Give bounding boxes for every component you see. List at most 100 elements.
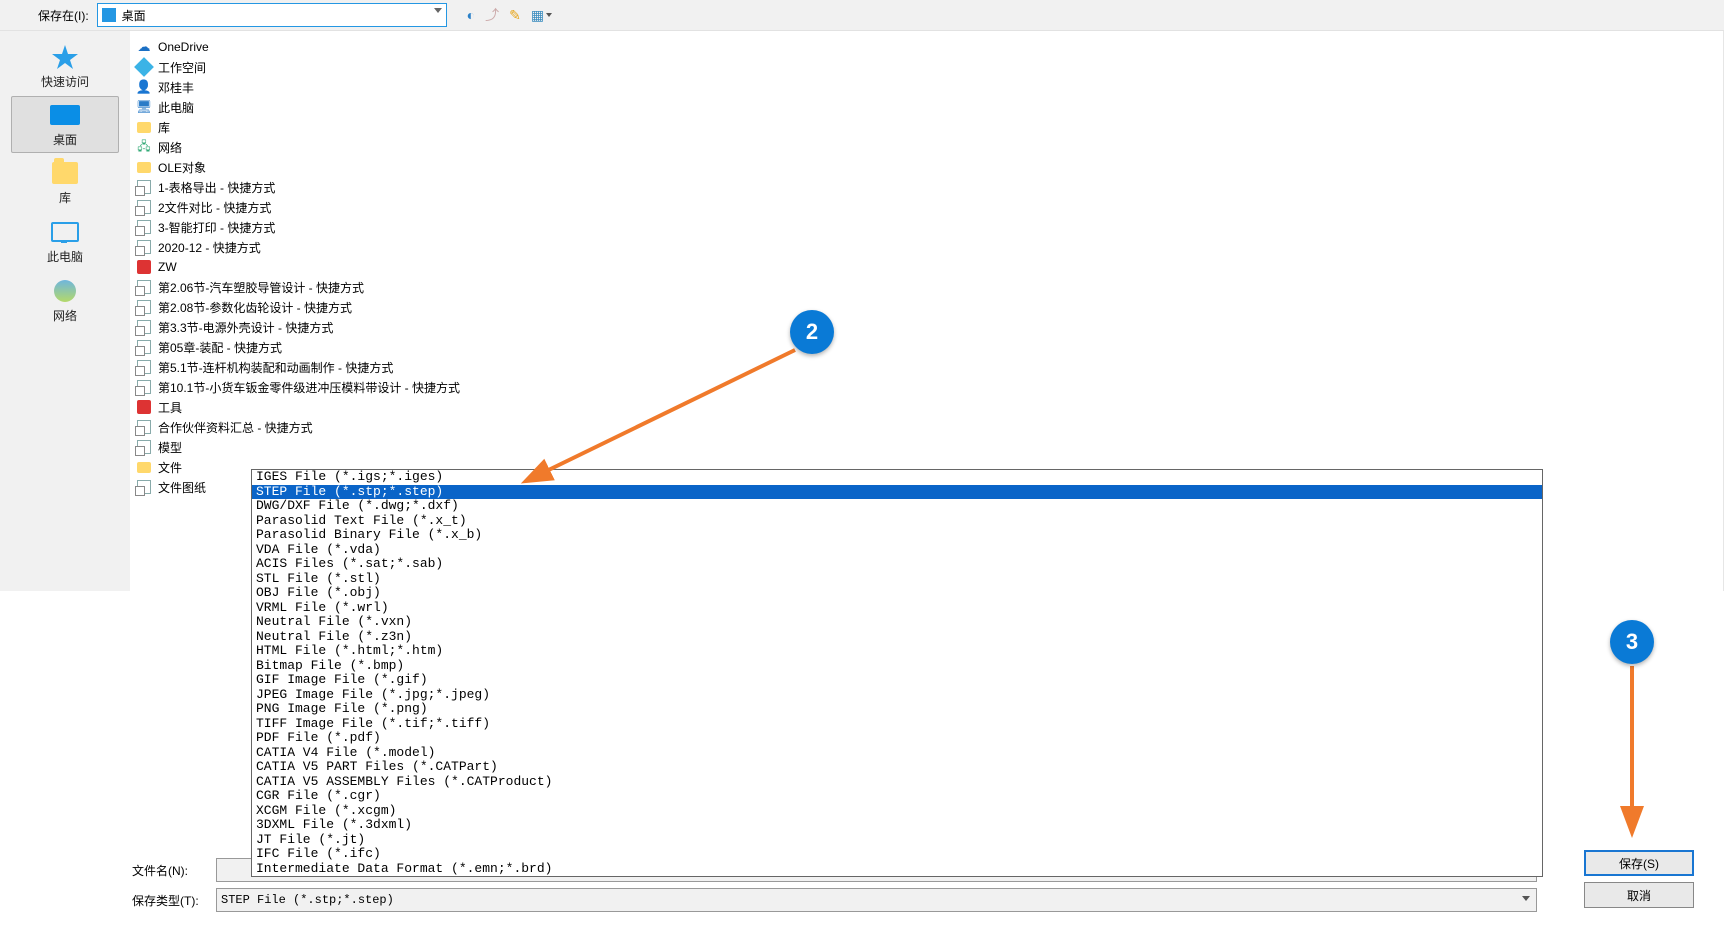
save-button[interactable]: 保存(S): [1584, 850, 1694, 876]
filetype-option[interactable]: CATIA V4 File (*.model): [252, 746, 1542, 761]
filetype-option[interactable]: OBJ File (*.obj): [252, 586, 1542, 601]
filetype-option[interactable]: Bitmap File (*.bmp): [252, 659, 1542, 674]
filetype-option[interactable]: GIF Image File (*.gif): [252, 673, 1542, 688]
file-label: 库: [158, 119, 170, 136]
file-label: 网络: [158, 139, 182, 156]
file-item[interactable]: ↗第05章-装配 - 快捷方式: [136, 337, 1717, 357]
file-label: 文件: [158, 459, 182, 476]
up-level-icon[interactable]: ⤴: [485, 5, 499, 25]
file-item[interactable]: 工具: [136, 397, 1717, 417]
file-item[interactable]: ☁ OneDrive: [136, 37, 1717, 57]
file-item[interactable]: ↗2文件对比 - 快捷方式: [136, 197, 1717, 217]
file-label: OneDrive: [158, 40, 209, 54]
file-item[interactable]: ↗ 3-智能打印 - 快捷方式: [136, 217, 1717, 237]
file-item[interactable]: 🖧 网络: [136, 137, 1717, 157]
filetype-option[interactable]: TIFF Image File (*.tif;*.tiff): [252, 717, 1542, 732]
filetype-option[interactable]: CATIA V5 ASSEMBLY Files (*.CATProduct): [252, 775, 1542, 790]
file-item[interactable]: OLE对象: [136, 157, 1717, 177]
filetype-option[interactable]: PNG Image File (*.png): [252, 702, 1542, 717]
shortcut-icon: ↗: [136, 359, 152, 375]
shortcut-icon: ↗: [136, 319, 152, 335]
chevron-down-icon: [546, 13, 552, 17]
filetype-option[interactable]: ACIS Files (*.sat;*.sab): [252, 557, 1542, 572]
sidebar-item-thispc[interactable]: 此电脑: [0, 212, 130, 271]
file-label: 第2.08节-参数化齿轮设计 - 快捷方式: [158, 299, 352, 316]
filetype-option[interactable]: VRML File (*.wrl): [252, 601, 1542, 616]
shortcut-icon: ↗: [136, 419, 152, 435]
filetype-value: STEP File (*.stp;*.step): [221, 893, 394, 907]
file-item[interactable]: ↗ 第3.3节-电源外壳设计 - 快捷方式: [136, 317, 1717, 337]
filetype-option[interactable]: PDF File (*.pdf): [252, 731, 1542, 746]
savein-value: 桌面: [122, 7, 146, 24]
shortcut-icon: ↗: [136, 479, 152, 495]
file-label: 3-智能打印 - 快捷方式: [158, 219, 275, 236]
file-label: 第10.1节-小货车钣金零件级进冲压模料带设计 - 快捷方式: [158, 379, 460, 396]
file-item[interactable]: ↗1-表格导出 - 快捷方式: [136, 177, 1717, 197]
shortcut-icon: ↗: [136, 219, 152, 235]
shortcut-icon: ↗: [136, 179, 152, 195]
back-icon[interactable]: ◐: [467, 7, 475, 23]
filetype-option[interactable]: CATIA V5 PART Files (*.CATPart): [252, 760, 1542, 775]
file-item[interactable]: 库: [136, 117, 1717, 137]
library-icon: [48, 159, 82, 187]
file-item[interactable]: ↗第2.08节-参数化齿轮设计 - 快捷方式: [136, 297, 1717, 317]
filetype-option[interactable]: Intermediate Data Format (*.emn;*.brd): [252, 862, 1542, 877]
filetype-option[interactable]: STEP File (*.stp;*.step): [252, 485, 1542, 500]
sidebar-item-label: 此电脑: [47, 248, 83, 265]
file-item[interactable]: ↗2020-12 - 快捷方式: [136, 237, 1717, 257]
file-item[interactable]: ↗模型: [136, 437, 1717, 457]
sidebar-item-desktop[interactable]: 桌面: [11, 96, 119, 153]
annotation-badge-3: 3: [1610, 620, 1654, 664]
filetype-dropdown-list[interactable]: IGES File (*.igs;*.iges)STEP File (*.stp…: [251, 469, 1543, 877]
filetype-option[interactable]: Parasolid Text File (*.x_t): [252, 514, 1542, 529]
file-item[interactable]: 👤邓桂丰: [136, 77, 1717, 97]
file-label: 合作伙伴资料汇总 - 快捷方式: [158, 419, 313, 436]
view-mode-icon[interactable]: ▦: [531, 7, 552, 24]
computer-icon: [48, 218, 82, 246]
file-item[interactable]: 工作空间: [136, 57, 1717, 77]
filetype-option[interactable]: STL File (*.stl): [252, 572, 1542, 587]
file-label: 此电脑: [158, 99, 194, 116]
filetype-option[interactable]: HTML File (*.html;*.htm): [252, 644, 1542, 659]
folder-icon: [136, 159, 152, 175]
filetype-option[interactable]: IFC File (*.ifc): [252, 847, 1542, 862]
file-label: 2020-12 - 快捷方式: [158, 239, 261, 256]
new-folder-icon[interactable]: ✎: [509, 7, 521, 24]
filetype-option[interactable]: JT File (*.jt): [252, 833, 1542, 848]
places-sidebar: 快速访问 桌面 库 此电脑 网络: [0, 31, 130, 591]
sidebar-item-library[interactable]: 库: [0, 153, 130, 212]
file-item[interactable]: ZW: [136, 257, 1717, 277]
file-label: 第3.3节-电源外壳设计 - 快捷方式: [158, 319, 333, 336]
sidebar-item-label: 桌面: [53, 131, 77, 148]
filetype-option[interactable]: JPEG Image File (*.jpg;*.jpeg): [252, 688, 1542, 703]
filetype-option[interactable]: Parasolid Binary File (*.x_b): [252, 528, 1542, 543]
cancel-button[interactable]: 取消: [1584, 882, 1694, 908]
sidebar-item-network[interactable]: 网络: [0, 271, 130, 330]
filetype-select[interactable]: STEP File (*.stp;*.step): [216, 888, 1537, 912]
savein-label: 保存在(I):: [38, 7, 89, 24]
app-icon: [136, 399, 152, 415]
folder-icon: [136, 119, 152, 135]
file-item[interactable]: 🖥此电脑: [136, 97, 1717, 117]
cloud-icon: ☁: [136, 39, 152, 55]
filetype-option[interactable]: IGES File (*.igs;*.iges): [252, 470, 1542, 485]
file-item[interactable]: ↗第5.1节-连杆机构装配和动画制作 - 快捷方式: [136, 357, 1717, 377]
filetype-option[interactable]: VDA File (*.vda): [252, 543, 1542, 558]
filetype-option[interactable]: Neutral File (*.vxn): [252, 615, 1542, 630]
filetype-option[interactable]: 3DXML File (*.3dxml): [252, 818, 1542, 833]
filetype-option[interactable]: Neutral File (*.z3n): [252, 630, 1542, 645]
desktop-icon: [102, 8, 116, 22]
file-item[interactable]: ↗第2.06节-汽车塑胶导管设计 - 快捷方式: [136, 277, 1717, 297]
network-icon: 🖧: [136, 139, 152, 155]
filetype-option[interactable]: XCGM File (*.xcgm): [252, 804, 1542, 819]
sidebar-item-quickaccess[interactable]: 快速访问: [0, 37, 130, 96]
file-item[interactable]: ↗ 合作伙伴资料汇总 - 快捷方式: [136, 417, 1717, 437]
filetype-option[interactable]: CGR File (*.cgr): [252, 789, 1542, 804]
filetype-option[interactable]: DWG/DXF File (*.dwg;*.dxf): [252, 499, 1542, 514]
desktop-icon: [48, 101, 82, 129]
savein-dropdown[interactable]: 桌面: [97, 3, 447, 27]
file-label: 邓桂丰: [158, 79, 194, 96]
file-label: OLE对象: [158, 159, 206, 176]
file-item[interactable]: ↗第10.1节-小货车钣金零件级进冲压模料带设计 - 快捷方式: [136, 377, 1717, 397]
filename-label: 文件名(N):: [132, 862, 216, 879]
